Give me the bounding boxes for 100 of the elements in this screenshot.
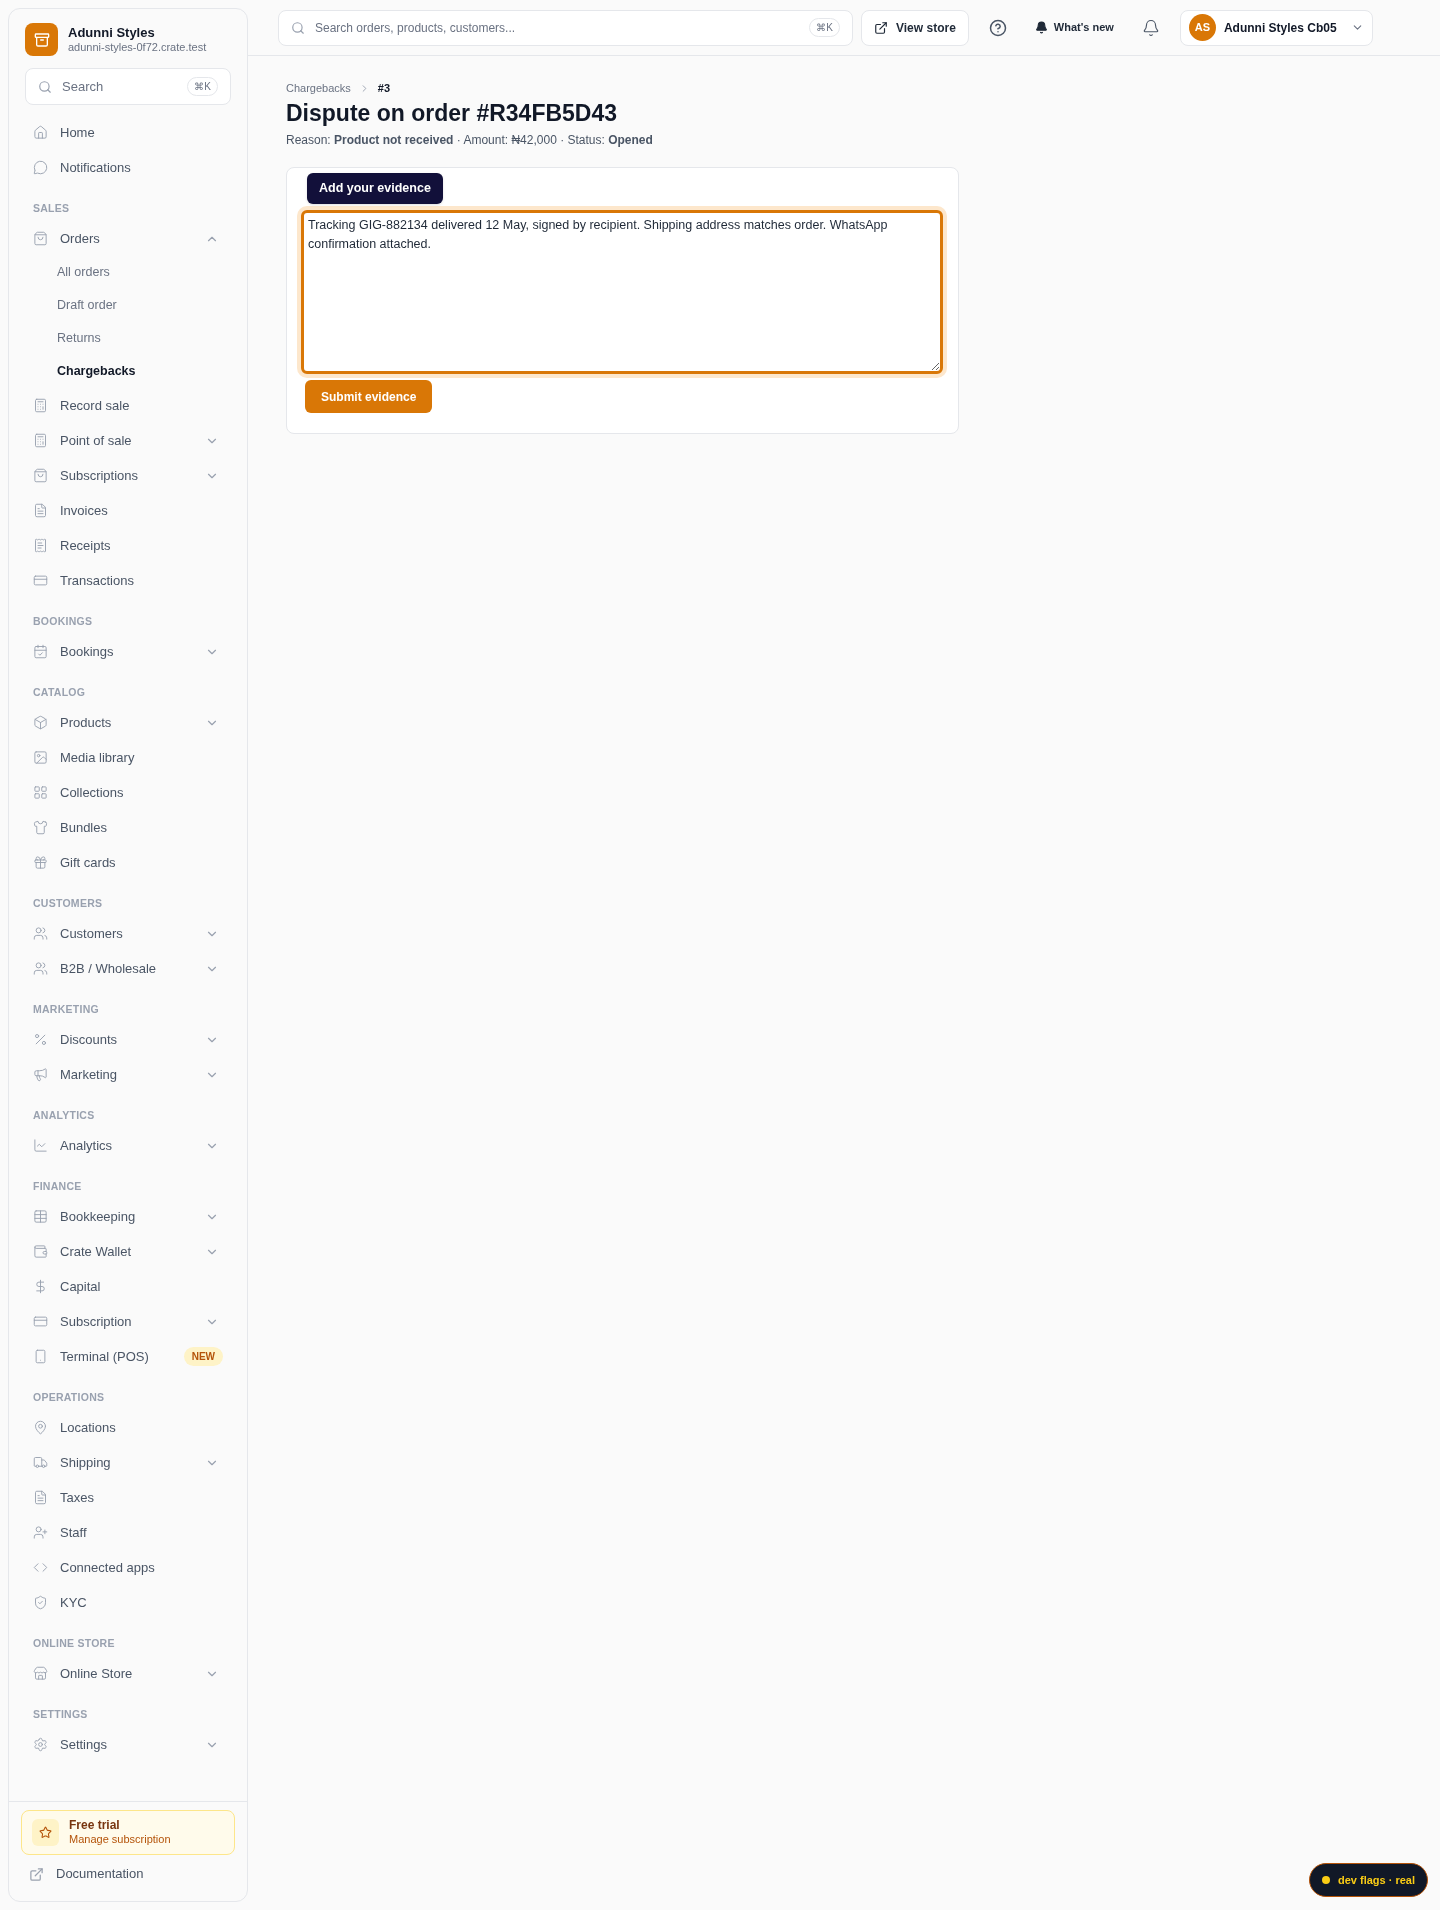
image-icon (33, 750, 48, 765)
line-chart-icon (33, 1138, 48, 1153)
nav-item[interactable]: Customers (25, 916, 231, 951)
store-domain: adunni-styles-0f72.crate.test (68, 40, 207, 55)
bag-icon (33, 468, 48, 483)
section-heading: OPERATIONS (32, 1390, 106, 1405)
nav-label: Home (60, 123, 96, 142)
nav-item[interactable]: Locations (25, 1410, 231, 1445)
nav-label: KYC (60, 1593, 88, 1612)
document-icon (33, 503, 48, 518)
nav-label: Crate Wallet (60, 1242, 133, 1261)
nav-item[interactable]: Connected apps (25, 1550, 231, 1585)
shirt-icon (33, 820, 48, 835)
store-name: Adunni Styles (68, 24, 156, 41)
nav-item[interactable]: Transactions (25, 563, 231, 598)
nav-item[interactable]: B2B / Wholesale (25, 951, 231, 986)
section-heading: ONLINE STORE (32, 1636, 116, 1651)
percent-icon (33, 1032, 48, 1047)
users-icon (33, 961, 48, 976)
nav-item[interactable]: Products (25, 705, 231, 740)
free-trial-card[interactable]: Free trial Manage subscription (21, 1810, 235, 1855)
settings-icon (33, 1737, 48, 1752)
nav-item[interactable]: Subscriptions (25, 458, 231, 493)
documentation-link[interactable]: Documentation (17, 1855, 239, 1893)
nav-label: Customers (60, 924, 124, 943)
code-icon (33, 1560, 48, 1575)
chat-bubble-icon (33, 160, 48, 175)
nav-label: Transactions (60, 571, 135, 590)
breadcrumb-link[interactable]: Chargebacks (286, 80, 351, 97)
nav-item[interactable]: Invoices (25, 493, 231, 528)
section-heading: ANALYTICS (32, 1108, 96, 1123)
nav-item[interactable]: Record sale (25, 388, 231, 423)
nav-item[interactable]: Crate Wallet (25, 1234, 231, 1269)
new-badge: NEW (183, 1347, 223, 1366)
bag-icon (33, 231, 48, 246)
card-icon (33, 573, 48, 588)
nav-item[interactable]: Analytics (25, 1128, 231, 1163)
nav-item[interactable]: KYC (25, 1585, 231, 1620)
help-icon[interactable] (988, 18, 1007, 37)
search-icon (291, 20, 305, 35)
nav-item[interactable]: Shipping (25, 1445, 231, 1480)
section-heading: CATALOG (32, 685, 87, 700)
nav-item[interactable]: Media library (25, 740, 231, 775)
truck-icon (33, 1455, 48, 1470)
nav-item[interactable]: Discounts (25, 1022, 231, 1057)
nav-label: Discounts (60, 1030, 119, 1049)
search-field[interactable]: Search ⌘K (25, 68, 231, 105)
nav-item[interactable]: Staff (25, 1515, 231, 1550)
section-heading: BOOKINGS (32, 614, 94, 629)
nav-label: Settings (60, 1735, 108, 1754)
nav-label: Online Store (60, 1664, 134, 1683)
receipt-icon (33, 538, 48, 553)
gift-icon (33, 855, 48, 870)
megaphone-icon (33, 1067, 48, 1082)
whats-new-button[interactable]: What's new (1026, 19, 1122, 36)
nav-label: Bundles (60, 818, 108, 837)
global-search-field[interactable]: Search orders, products, customers... ⌘K (278, 9, 853, 46)
nav-item[interactable]: Collections (25, 775, 231, 810)
nav-label: Notifications (60, 158, 132, 177)
notifications-icon[interactable] (1141, 18, 1160, 37)
nav-item[interactable]: Terminal (POS) NEW (25, 1339, 231, 1374)
nav-label: Taxes (60, 1488, 95, 1507)
section-heading: MARKETING (32, 1002, 100, 1017)
nav-label: Orders (60, 229, 101, 248)
evidence-field[interactable]: Tracking GIG-882134 delivered 12 May, signed by recipient. Shipping address matches order. WhatsApp confirmation attached. (301, 210, 943, 374)
nav-label: Gift cards (60, 853, 117, 872)
nav-item[interactable]: Home (25, 115, 231, 150)
dollar-icon (33, 1279, 48, 1294)
nav-item[interactable]: Marketing (25, 1057, 231, 1092)
nav-item[interactable]: Taxes (25, 1480, 231, 1515)
search-placeholder: Search (62, 77, 105, 96)
nav-subitem[interactable]: Returns (25, 322, 231, 355)
nav-item[interactable]: Bundles (25, 810, 231, 845)
nav-label: Record sale (60, 396, 131, 415)
pin-icon (33, 1420, 48, 1435)
nav-item[interactable]: Orders (25, 221, 231, 256)
dev-flags-pill[interactable]: dev flags · real (1308, 1863, 1428, 1897)
nav-label: Shipping (60, 1453, 112, 1472)
calculator-icon (33, 433, 48, 448)
nav-item[interactable]: Notifications (25, 150, 231, 185)
nav-item[interactable]: Point of sale (25, 423, 231, 458)
nav-subitem[interactable]: All orders (25, 256, 231, 289)
nav-subitem[interactable]: Chargebacks (25, 355, 231, 388)
nav-item[interactable]: Gift cards (25, 845, 231, 880)
nav-label: Staff (60, 1523, 88, 1542)
nav-subitem[interactable]: Draft order (25, 289, 231, 322)
nav-item[interactable]: Bookings (25, 634, 231, 669)
nav-item[interactable]: Settings (25, 1727, 231, 1762)
nav-item[interactable]: Online Store (25, 1656, 231, 1691)
trial-subtitle: Manage subscription (69, 1833, 171, 1847)
account-button[interactable]: AS Adunni Styles Cb05 (1179, 9, 1373, 46)
nav-label: Invoices (60, 501, 109, 520)
nav-item[interactable]: Receipts (25, 528, 231, 563)
nav-item[interactable]: Bookkeeping (25, 1199, 231, 1234)
card-icon (33, 1314, 48, 1329)
nav-item[interactable]: Capital (25, 1269, 231, 1304)
view-store-button[interactable]: View store (861, 9, 969, 46)
nav-item[interactable]: Subscription (25, 1304, 231, 1339)
nav-label: Terminal (POS) (60, 1347, 150, 1366)
ledger-icon (33, 1209, 48, 1224)
